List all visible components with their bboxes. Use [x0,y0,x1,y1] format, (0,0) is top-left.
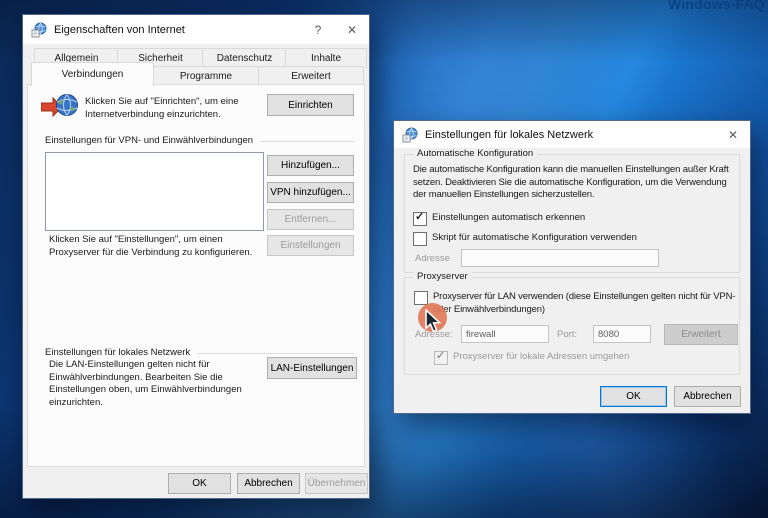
lan-settings-dialog: Einstellungen für lokales Netzwerk ✕ Aut… [393,120,751,414]
close-icon[interactable]: ✕ [335,15,369,44]
dialog-title: Einstellungen für lokales Netzwerk [425,128,594,141]
lan-group-label: Einstellungen für lokales Netzwerk [45,347,191,358]
auto-detect-checkbox[interactable] [413,210,427,226]
vpn-group-label: Einstellungen für VPN- und Einwählverbin… [45,135,254,146]
lan-settings-icon [402,127,418,142]
script-address-label: Adresse [415,253,450,264]
dialog-title: Eigenschaften von Internet [54,23,185,36]
internet-properties-icon [31,22,47,37]
bypass-proxy-label: Proxyserver für lokale Adressen umgehen [453,351,630,362]
proxy-port-input [593,325,651,343]
einstellungen-button: Einstellungen [267,235,354,256]
entfernen-button: Entfernen... [267,209,354,230]
verbindungen-tab-panel: Klicken Sie auf "Einrichten", um eine In… [27,84,365,467]
vpn-hinzufuegen-button[interactable]: VPN hinzufügen... [267,182,354,203]
lan-settings-titlebar[interactable]: Einstellungen für lokales Netzwerk ✕ [394,121,750,148]
abbrechen-button[interactable]: Abbrechen [237,473,300,494]
use-proxy-label: Proxyserver für LAN verwenden (diese Ein… [433,291,736,315]
uebernehmen-button: Übernehmen [305,473,368,494]
internet-setup-text: Klicken Sie auf "Einrichten", um eine In… [85,96,239,120]
tab-datenschutz[interactable]: Datenschutz [202,48,287,68]
auto-detect-row: Einstellungen automatisch erkennen [413,210,586,226]
proxy-group-label: Proxyserver [413,271,472,282]
internet-setup-globe-icon [41,94,78,118]
proxy-hint-text: Klicken Sie auf "Einstellungen", um eine… [49,234,253,258]
bypass-proxy-row: Proxyserver für lokale Adressen umgehen [434,349,630,365]
tab-programme[interactable]: Programme [152,66,260,86]
internet-properties-dialog: Eigenschaften von Internet ? ✕ Allgemein… [22,14,370,499]
tab-inhalte[interactable]: Inhalte [285,48,367,68]
proxy-port-label: Port: [557,329,578,340]
script-address-input [461,249,659,267]
einrichten-button[interactable]: Einrichten [267,94,354,116]
config-script-row: Skript für automatische Konfiguration ve… [413,232,637,246]
mouse-cursor-icon [425,309,442,333]
auto-config-group-label: Automatische Konfiguration [413,148,538,159]
watermark-text: Windows-FAQ [668,0,765,12]
use-proxy-checkbox[interactable] [414,291,428,305]
hinzufuegen-button[interactable]: Hinzufügen... [267,155,354,176]
lan-group-divider [197,353,354,354]
vpn-group-divider [260,141,354,142]
vpn-group-header: Einstellungen für VPN- und Einwählverbin… [45,135,354,146]
tab-verbindungen[interactable]: Verbindungen [31,62,154,86]
use-proxy-row: Proxyserver für LAN verwenden (diese Ein… [414,291,745,316]
proxy-address-input [461,325,549,343]
tab-erweitert[interactable]: Erweitert [258,66,364,86]
close-icon[interactable]: ✕ [716,121,750,148]
config-script-label: Skript für automatische Konfiguration ve… [432,232,637,243]
proxy-group: Proxyserver Proxyserver für LAN verwende… [404,271,740,375]
bypass-proxy-checkbox [434,349,448,365]
abbrechen-button[interactable]: Abbrechen [674,386,741,407]
config-script-checkbox[interactable] [413,232,427,246]
lan-einstellungen-button[interactable]: LAN-Einstellungen [267,357,357,379]
vpn-connections-list[interactable] [45,152,264,231]
auto-detect-label: Einstellungen automatisch erkennen [432,212,586,223]
help-icon[interactable]: ? [301,15,335,44]
auto-config-group: Automatische Konfiguration Die automatis… [404,148,740,273]
auto-config-text: Die automatische Konfiguration kann die … [413,164,729,200]
ok-button[interactable]: OK [168,473,231,494]
lan-settings-text: Die LAN-Einstellungen gelten nicht für E… [49,359,242,408]
ok-button[interactable]: OK [600,386,667,407]
internet-properties-titlebar[interactable]: Eigenschaften von Internet ? ✕ [23,15,369,44]
erweitert-button: Erweitert [664,324,738,345]
desktop-background: Windows-FAQ Eigenschaften von Internet ?… [0,0,768,518]
